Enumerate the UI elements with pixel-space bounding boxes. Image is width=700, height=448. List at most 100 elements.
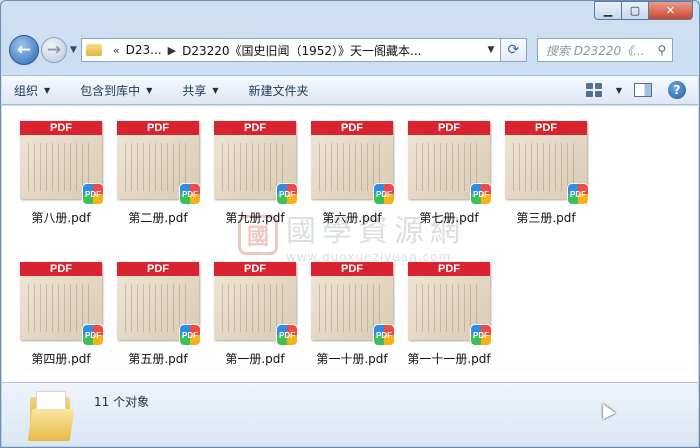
new-folder-button[interactable]: 新建文件夹 [249,82,309,99]
file-name: 第一册.pdf [225,352,285,366]
include-library-menu[interactable]: 包含到库中 ▼ [80,82,152,99]
window-controls: ▁ ▢ ✕ [594,1,693,20]
pdf-label: PDF [311,121,393,135]
file-name: 第二册.pdf [128,211,188,225]
breadcrumb-root[interactable]: D23... [126,43,162,57]
pdf-label: PDF [408,121,490,135]
pdf-app-icon: PDF [276,183,298,205]
file-name: 第四册.pdf [31,352,91,366]
file-item[interactable]: PDF PDF 第七册.pdf [403,121,495,226]
pdf-thumbnail: PDF PDF [311,121,395,205]
search-input[interactable]: 搜索 D23220《... ⚲ [536,38,673,62]
pdf-thumbnail: PDF PDF [117,262,201,346]
file-item[interactable]: PDF PDF 第二册.pdf [112,121,204,226]
pdf-app-icon: PDF [470,183,492,205]
file-item[interactable]: PDF PDF 第六册.pdf [306,121,398,226]
pdf-app-icon: PDF [373,324,395,346]
file-name: 第九册.pdf [225,211,285,225]
pdf-app-icon: PDF [373,183,395,205]
chevron-down-icon: ▼ [146,85,153,95]
overflow-chevron-icon[interactable]: « [113,44,120,57]
status-bar: 11 个对象 [2,382,698,446]
folder-icon [85,44,102,56]
refresh-icon: ⟳ [507,42,520,58]
back-arrow-icon: ← [16,40,32,60]
pdf-label: PDF [117,121,199,135]
recent-pages-dropdown-icon[interactable]: ▼ [70,45,77,55]
maximize-icon: ▢ [629,4,641,17]
view-controls: ▼ ? [585,81,686,99]
pdf-app-icon: PDF [567,183,589,205]
forward-button[interactable]: → [41,37,67,63]
close-icon: ✕ [665,4,676,17]
file-item[interactable]: PDF PDF 第三册.pdf [500,121,592,226]
pdf-app-icon: PDF [470,324,492,346]
pdf-thumbnail: PDF PDF [20,262,104,346]
explorer-window: ▁ ▢ ✕ ← → ▼ « D23... ▶ D23220《国史旧闻（1952）… [0,0,700,448]
change-view-icon[interactable] [585,83,602,97]
file-item[interactable]: PDF PDF 第四册.pdf [15,262,107,367]
pdf-app-icon: PDF [179,324,201,346]
chevron-down-icon: ▼ [44,85,51,95]
file-name: 第六册.pdf [322,211,382,225]
search-icon[interactable]: ⚲ [652,43,672,57]
pdf-thumbnail: PDF PDF [311,262,395,346]
pdf-thumbnail: PDF PDF [20,121,104,205]
folder-icon [27,391,75,441]
forward-arrow-icon: → [46,40,62,60]
pdf-app-icon: PDF [82,183,104,205]
minimize-icon: ▁ [603,4,613,17]
file-name: 第五册.pdf [128,352,188,366]
pdf-thumbnail: PDF PDF [214,121,298,205]
pdf-label: PDF [311,262,393,276]
file-list: 國 國學資源網 www.guoxueziyuan.com PDF PDF 第八册.p… [2,106,698,382]
file-item[interactable]: PDF PDF 第五册.pdf [112,262,204,367]
pdf-thumbnail: PDF PDF [408,262,492,346]
pdf-label: PDF [214,121,296,135]
pdf-thumbnail: PDF PDF [408,121,492,205]
include-library-label: 包含到库中 [80,83,141,98]
chevron-down-icon: ▼ [212,85,219,95]
pdf-label: PDF [408,262,490,276]
minimize-button[interactable]: ▁ [594,1,621,20]
pdf-label: PDF [20,262,102,276]
file-name: 第八册.pdf [31,211,91,225]
pdf-app-icon: PDF [179,183,201,205]
pdf-label: PDF [117,262,199,276]
pdf-label: PDF [505,121,587,135]
address-dropdown-icon[interactable]: ▼ [482,45,500,55]
organize-menu[interactable]: 组织 ▼ [14,82,50,99]
address-bar[interactable]: « D23... ▶ D23220《国史旧闻（1952）》天一阁藏本... ▼ [80,38,501,62]
search-placeholder: 搜索 D23220《... [545,43,645,58]
view-options-dropdown-icon[interactable]: ▼ [616,86,622,95]
command-bar: 组织 ▼ 包含到库中 ▼ 共享 ▼ 新建文件夹 ▼ ? [2,75,698,105]
file-name: 第一十一册.pdf [407,352,491,366]
pdf-label: PDF [20,121,102,135]
breadcrumb-current[interactable]: D23220《国史旧闻（1952）》天一阁藏本... [182,42,421,59]
file-item[interactable]: PDF PDF 第一册.pdf [209,262,301,367]
file-item[interactable]: PDF PDF 第八册.pdf [15,121,107,226]
pdf-app-icon: PDF [82,324,104,346]
pdf-app-icon: PDF [276,324,298,346]
file-item[interactable]: PDF PDF 第九册.pdf [209,121,301,226]
help-icon[interactable]: ? [668,81,686,99]
maximize-button[interactable]: ▢ [621,1,648,20]
share-label: 共享 [182,83,207,98]
file-name: 第七册.pdf [419,211,479,225]
preview-pane-icon[interactable] [634,83,652,97]
file-item[interactable]: PDF PDF 第一十册.pdf [306,262,398,367]
breadcrumb-separator-icon[interactable]: ▶ [168,44,176,57]
share-menu[interactable]: 共享 ▼ [182,82,218,99]
item-count: 11 个对象 [94,395,150,409]
pdf-label: PDF [214,262,296,276]
file-name: 第三册.pdf [516,211,576,225]
refresh-button[interactable]: ⟳ [500,38,527,62]
back-button[interactable]: ← [9,35,39,65]
close-button[interactable]: ✕ [648,1,693,20]
organize-label: 组织 [14,83,39,98]
file-item[interactable]: PDF PDF 第一十一册.pdf [403,262,495,367]
new-folder-label: 新建文件夹 [248,83,309,98]
pdf-thumbnail: PDF PDF [505,121,589,205]
navigation-bar: ← → ▼ « D23... ▶ D23220《国史旧闻（1952）》天一阁藏本… [9,35,691,65]
file-name: 第一十册.pdf [316,352,388,366]
